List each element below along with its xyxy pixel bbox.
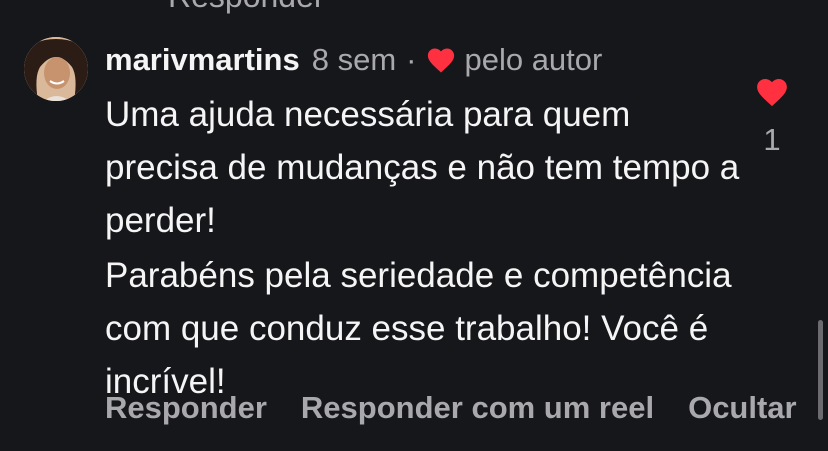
author-like-heart-icon bbox=[428, 48, 455, 73]
avatar-image bbox=[24, 37, 88, 101]
reply-button[interactable]: Responder bbox=[105, 390, 267, 426]
like-heart-icon[interactable] bbox=[755, 76, 789, 108]
comment-text: Uma ajuda necessária para quem precisa d… bbox=[105, 88, 745, 408]
comment-paragraph: Parabéns pela seriedade e competência co… bbox=[105, 256, 732, 401]
avatar[interactable] bbox=[24, 37, 88, 101]
comment-actions: Responder Responder com um reel Ocultar bbox=[105, 390, 828, 426]
scrollbar[interactable] bbox=[818, 320, 823, 420]
separator-dot: · bbox=[406, 42, 417, 77]
previous-reply-button[interactable]: Responder bbox=[168, 0, 325, 15]
like-count[interactable]: 1 bbox=[740, 122, 804, 158]
username[interactable]: marivmartins bbox=[105, 42, 300, 78]
comment-paragraph: Uma ajuda necessária para quem precisa d… bbox=[105, 95, 740, 240]
author-like-label: pelo autor bbox=[464, 42, 603, 77]
hide-button[interactable]: Ocultar bbox=[688, 390, 797, 426]
reply-with-reel-button[interactable]: Responder com um reel bbox=[301, 390, 654, 426]
comment-age: 8 sem bbox=[311, 42, 397, 77]
comment-screen: Responder marivmartins 8 sem · pelo auto… bbox=[0, 0, 828, 451]
comment-header: marivmartins 8 sem · pelo autor bbox=[105, 38, 602, 82]
